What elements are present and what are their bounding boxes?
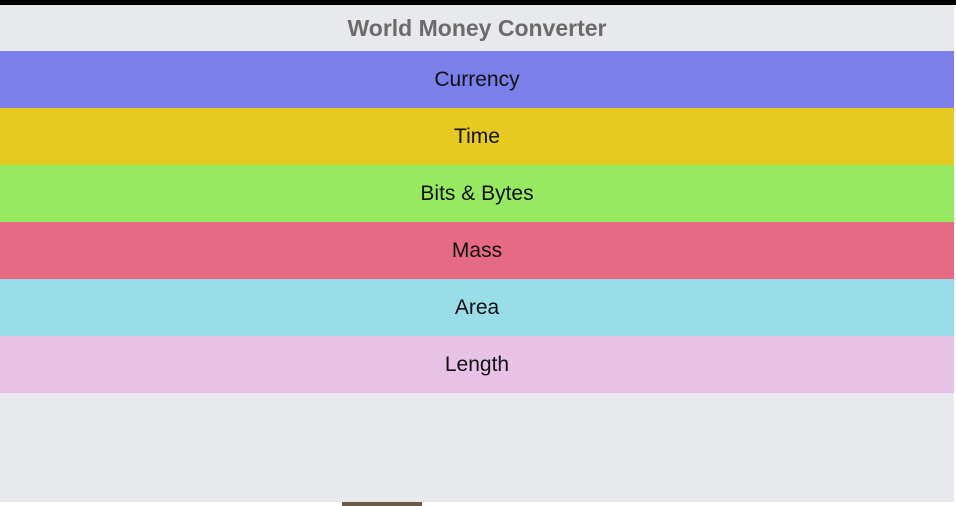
- menu-item-currency[interactable]: Currency: [0, 51, 954, 108]
- title-bar: World Money Converter: [0, 5, 954, 51]
- menu-item-label: Bits & Bytes: [420, 181, 534, 205]
- bottom-strip: [0, 502, 956, 506]
- menu-item-label: Time: [454, 124, 500, 148]
- menu-item-time[interactable]: Time: [0, 108, 954, 165]
- app-window: World Money Converter Currency Time Bits…: [0, 5, 956, 502]
- menu-item-label: Area: [454, 295, 500, 319]
- menu-item-label: Length: [444, 352, 510, 376]
- converter-menu: Currency Time Bits & Bytes Mass Area Len…: [0, 51, 954, 393]
- menu-item-area[interactable]: Area: [0, 279, 954, 336]
- menu-item-label: Currency: [434, 67, 520, 91]
- menu-item-length[interactable]: Length: [0, 336, 954, 393]
- menu-item-mass[interactable]: Mass: [0, 222, 954, 279]
- menu-item-bits-bytes[interactable]: Bits & Bytes: [0, 165, 954, 222]
- menu-item-label: Mass: [451, 238, 503, 262]
- app-title: World Money Converter: [347, 14, 607, 41]
- ad-banner-fragment: [342, 502, 422, 506]
